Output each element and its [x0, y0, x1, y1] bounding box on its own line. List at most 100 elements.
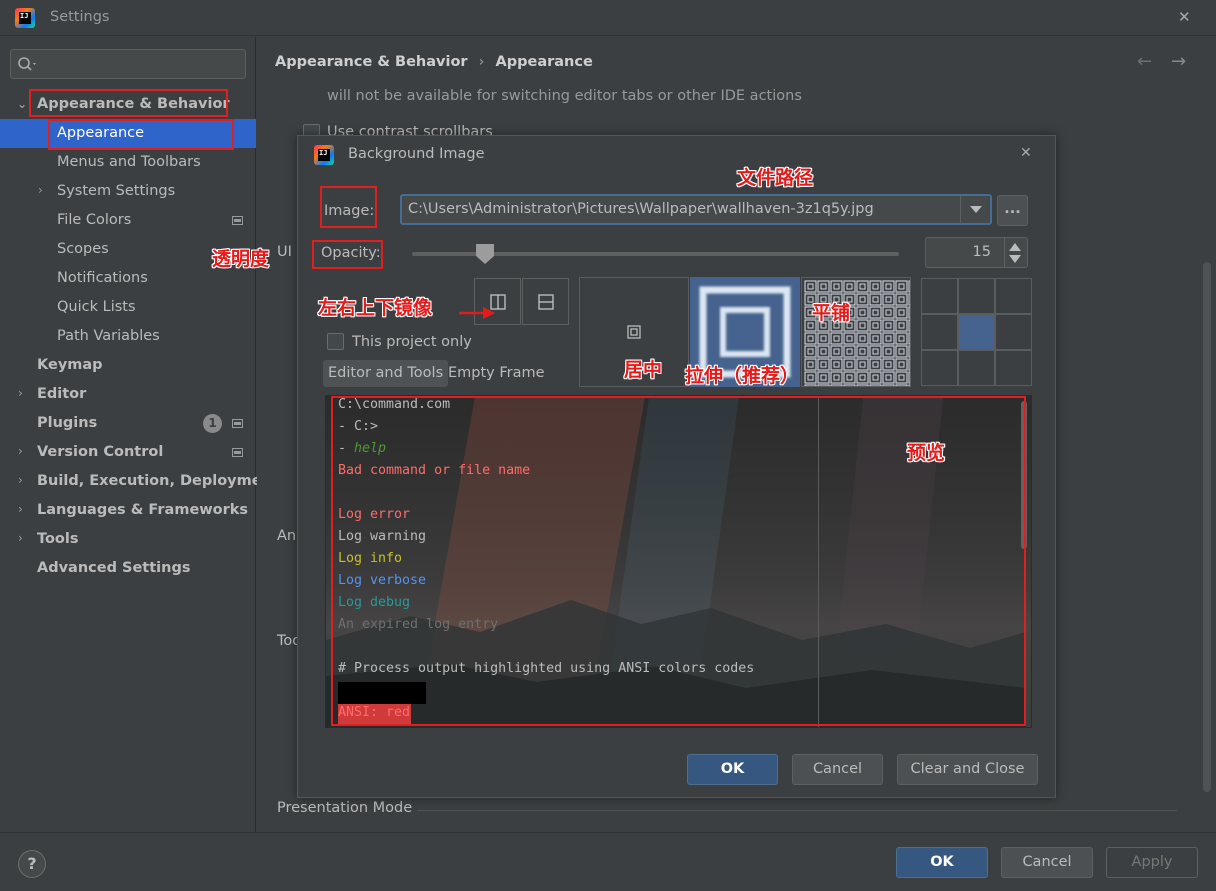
anchor-middle-right[interactable] [995, 314, 1032, 350]
chevron-right-icon: › [38, 183, 43, 197]
window-close-icon[interactable]: ✕ [1178, 8, 1191, 26]
annotation-center: 居中 [624, 359, 663, 381]
presentation-mode-heading: Presentation Mode [277, 800, 413, 816]
annotation-box [48, 119, 234, 150]
flip-vertical-button[interactable] [522, 278, 569, 325]
hint-text: will not be available for switching edit… [327, 88, 802, 104]
sidebar-item-label: Editor [37, 386, 87, 402]
sidebar-item-label: Languages & Frameworks [37, 502, 249, 518]
sidebar-item-label: Plugins [37, 415, 98, 431]
forward-arrow-icon[interactable]: → [1171, 51, 1186, 72]
tab-editor-and-tools[interactable]: Editor and Tools [323, 360, 449, 387]
annotation-box [320, 186, 377, 228]
sidebar-item-label: Build, Execution, Deployment [37, 473, 279, 489]
fill-mode-tile[interactable] [801, 277, 911, 387]
annotation-box [312, 240, 383, 269]
cancel-button[interactable]: Cancel [1001, 847, 1093, 878]
anchor-top-left[interactable] [921, 278, 958, 314]
sidebar-item-label: System Settings [57, 183, 176, 199]
sidebar-item-system-settings[interactable]: › System Settings [0, 177, 256, 206]
annotation-box [29, 89, 228, 117]
sidebar-item-path-variables[interactable]: Path Variables [0, 322, 256, 351]
sidebar-item-version-control[interactable]: › Version Control [0, 438, 256, 467]
chevron-down-icon [970, 206, 982, 213]
clear-and-close-button[interactable]: Clear and Close [897, 754, 1038, 785]
chevron-right-icon: › [18, 473, 23, 487]
sidebar-item-build-execution-deployment[interactable]: › Build, Execution, Deployment [0, 467, 279, 496]
breadcrumb-item: Appearance [495, 54, 593, 70]
dialog-ok-button[interactable]: OK [687, 754, 778, 785]
annotation-file-path: 文件路径 [737, 167, 814, 189]
sidebar-item-keymap[interactable]: Keymap [0, 351, 256, 380]
settings-footer: ? OK Cancel Apply [0, 832, 1216, 891]
main-scrollbar[interactable] [1203, 262, 1211, 792]
sidebar-item-quick-lists[interactable]: Quick Lists [0, 293, 256, 322]
chevron-right-icon: › [18, 386, 23, 400]
sidebar-item-label: Menus and Toolbars [57, 154, 201, 170]
sidebar-item-label: Path Variables [57, 328, 160, 344]
spinner-up-icon[interactable] [1009, 243, 1021, 251]
flip-vertical-icon [538, 294, 554, 310]
opacity-spinner[interactable]: 15 [925, 237, 1028, 268]
annotation-arrow-icon [459, 307, 495, 319]
tab-empty-frame[interactable]: Empty Frame [443, 360, 550, 387]
image-path-combo[interactable]: C:\Users\Administrator\Pictures\Wallpape… [400, 194, 992, 225]
settings-search-input[interactable] [10, 49, 246, 79]
search-icon [18, 57, 36, 71]
this-project-only-label: This project only [352, 334, 472, 350]
spinner-down-icon[interactable] [1009, 255, 1021, 263]
anchor-bottom-left[interactable] [921, 350, 958, 386]
sidebar-item-label: Quick Lists [57, 299, 136, 315]
sidebar-item-advanced-settings[interactable]: Advanced Settings [0, 554, 256, 583]
project-scope-icon [232, 448, 243, 457]
browse-button[interactable]: ... [997, 195, 1028, 226]
partial-ui-label: UI [277, 244, 292, 260]
chevron-right-icon: › [18, 444, 23, 458]
opacity-slider-thumb[interactable] [476, 244, 495, 264]
anchor-middle-left[interactable] [921, 314, 958, 350]
dialog-title: Background Image [348, 146, 485, 162]
image-path-dropdown[interactable] [960, 196, 990, 223]
title-bar: IJ Settings ✕ [0, 0, 1216, 36]
annotation-opacity: 透明度 [212, 248, 270, 270]
anchor-middle-center[interactable] [958, 314, 995, 350]
project-scope-icon [232, 419, 243, 428]
anchor-bottom-right[interactable] [995, 350, 1032, 386]
image-path-value: C:\Users\Administrator\Pictures\Wallpape… [408, 201, 874, 217]
project-scope-icon [232, 216, 243, 225]
sidebar-item-file-colors[interactable]: File Colors [0, 206, 256, 235]
anchor-top-center[interactable] [958, 278, 995, 314]
breadcrumb-separator: › [478, 54, 485, 70]
dialog-cancel-button[interactable]: Cancel [792, 754, 883, 785]
chevron-right-icon: › [18, 531, 23, 545]
chevron-right-icon: › [18, 502, 23, 516]
annotation-tile: 平铺 [812, 302, 851, 324]
annotation-preview: 预览 [907, 442, 946, 464]
annotation-mirror: 左右上下镜像 [318, 297, 433, 319]
annotation-stretch: 拉伸（推荐） [685, 365, 800, 387]
breadcrumb: Appearance & Behavior › Appearance [275, 54, 593, 70]
sidebar-item-editor[interactable]: › Editor [0, 380, 256, 409]
anchor-top-right[interactable] [995, 278, 1032, 314]
back-arrow-icon[interactable]: ← [1137, 51, 1152, 72]
this-project-only-checkbox[interactable] [327, 333, 344, 350]
sidebar-item-plugins[interactable]: Plugins 1 [0, 409, 256, 438]
anchor-bottom-center[interactable] [958, 350, 995, 386]
help-button[interactable]: ? [18, 850, 46, 878]
dialog-close-icon[interactable]: ✕ [1020, 145, 1032, 161]
partial-section-label: An [277, 528, 297, 544]
sidebar-item-tools[interactable]: › Tools [0, 525, 256, 554]
app-logo-icon: IJ [15, 8, 35, 28]
sidebar-item-label: Keymap [37, 357, 103, 373]
apply-button[interactable]: Apply [1106, 847, 1198, 878]
window-title: Settings [50, 9, 110, 25]
sidebar-item-label: Version Control [37, 444, 164, 460]
ok-button[interactable]: OK [896, 847, 988, 878]
settings-sidebar: ⌄ Appearance & Behavior Appearance Menus… [0, 37, 279, 832]
app-logo-icon: IJ [314, 145, 334, 165]
sidebar-item-menus-toolbars[interactable]: Menus and Toolbars [0, 148, 256, 177]
breadcrumb-item[interactable]: Appearance & Behavior [275, 54, 468, 70]
sidebar-item-languages-frameworks[interactable]: › Languages & Frameworks [0, 496, 256, 525]
chevron-down-icon: ⌄ [17, 97, 28, 111]
sidebar-item-label: Tools [37, 531, 79, 547]
